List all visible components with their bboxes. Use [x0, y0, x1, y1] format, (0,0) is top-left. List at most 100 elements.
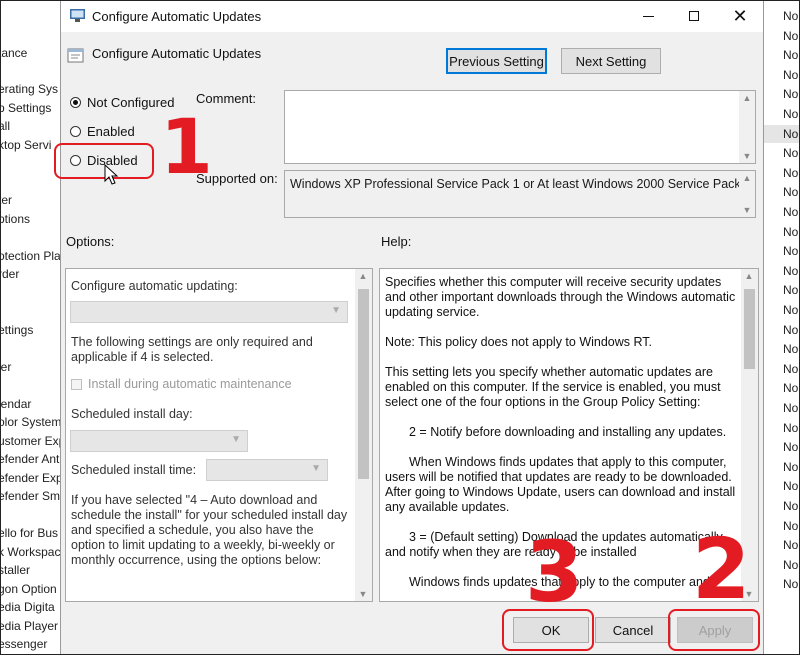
tree-item[interactable]: ter	[0, 193, 12, 207]
state-cell[interactable]: No	[783, 460, 798, 474]
tree-item[interactable]: edia Digita	[0, 600, 55, 614]
tree-item[interactable]: otection Pla	[0, 249, 61, 263]
previous-setting-button[interactable]: Previous Setting	[446, 48, 547, 74]
apply-button[interactable]: Apply	[677, 617, 753, 643]
state-cell[interactable]: No	[783, 48, 798, 62]
state-cell[interactable]: No	[783, 107, 798, 121]
state-cell[interactable]: No	[783, 519, 798, 533]
state-cell[interactable]: No	[783, 205, 798, 219]
help-paragraph: Note: This policy does not apply to Wind…	[385, 335, 653, 349]
radio-enabled[interactable]: Enabled	[70, 124, 135, 139]
step2-number: 2	[692, 520, 751, 618]
scroll-down-icon[interactable]: ▼	[739, 205, 755, 215]
state-cell[interactable]: No	[783, 362, 798, 376]
tree-item[interactable]: lendar	[0, 397, 31, 411]
state-cell[interactable]: No	[783, 342, 798, 356]
supported-scrollbar[interactable]: ▲ ▼	[739, 171, 755, 217]
options-scrollbar[interactable]: ▲ ▼	[355, 269, 372, 601]
radio-not-configured[interactable]: Not Configured	[70, 95, 174, 110]
maintenance-checkbox-row[interactable]: Install during automatic maintenance	[71, 377, 292, 391]
tree-item[interactable]: olor System	[0, 415, 61, 429]
state-cell[interactable]: No	[783, 381, 798, 395]
scroll-up-icon[interactable]: ▲	[741, 271, 757, 281]
configure-updating-combo[interactable]: ▼	[70, 301, 348, 323]
install-time-label: Scheduled install time:	[71, 463, 197, 477]
scroll-up-icon[interactable]: ▲	[739, 173, 755, 183]
state-cell[interactable]: No	[783, 303, 798, 317]
state-cell[interactable]: No	[783, 440, 798, 454]
state-cell[interactable]: No	[783, 538, 798, 552]
tree-item[interactable]: ello for Bus	[0, 526, 58, 540]
state-cell[interactable]: No	[783, 166, 798, 180]
options-scroll-thumb[interactable]	[358, 289, 369, 479]
state-cell[interactable]: No	[783, 558, 798, 572]
state-cell[interactable]: No	[783, 127, 798, 141]
radio-enabled-circle[interactable]	[70, 126, 81, 137]
install-time-combo[interactable]: ▼	[206, 459, 328, 481]
cancel-button[interactable]: Cancel	[595, 617, 671, 643]
scroll-up-icon[interactable]: ▲	[355, 271, 371, 281]
step3-number: 3	[525, 523, 584, 621]
minimize-button[interactable]	[625, 0, 671, 32]
tree-item[interactable]: rder	[0, 267, 19, 281]
tree-item[interactable]: p Settings	[0, 101, 51, 115]
tree-item[interactable]: essenger	[0, 637, 47, 651]
tree-item[interactable]: ustomer Exp	[0, 434, 62, 448]
state-cell[interactable]: No	[783, 577, 798, 591]
maintenance-checkbox[interactable]	[71, 379, 82, 390]
state-cell[interactable]: No	[783, 146, 798, 160]
tree-item[interactable]: ktop Servi	[0, 138, 51, 152]
tree-item[interactable]: efender Exp	[0, 471, 62, 485]
window-title: Configure Automatic Updates	[92, 9, 262, 24]
state-cell[interactable]: No	[783, 401, 798, 415]
state-cell[interactable]: No	[783, 479, 798, 493]
maximize-icon	[689, 11, 699, 21]
state-cell[interactable]: No	[783, 244, 798, 258]
options-label: Options:	[66, 234, 115, 249]
background-state-column: No No No No No No No No No No No No No No No No No No No No…	[762, 0, 800, 655]
tree-item[interactable]: tance	[0, 46, 27, 60]
state-cell[interactable]: No	[783, 323, 798, 337]
scroll-down-icon[interactable]: ▼	[355, 589, 371, 599]
options-panel: Configure automatic updating: ▼ The foll…	[65, 268, 373, 602]
configure-updating-label: Configure automatic updating:	[71, 279, 238, 293]
state-cell[interactable]: No	[783, 9, 798, 23]
state-cell[interactable]: No	[783, 283, 798, 297]
state-cell[interactable]: No	[783, 264, 798, 278]
radio-not-configured-circle[interactable]	[70, 97, 81, 108]
state-cell[interactable]: No	[783, 185, 798, 199]
comment-textbox[interactable]: ▲ ▼	[284, 90, 756, 164]
install-day-combo[interactable]: ▼	[70, 430, 248, 452]
maximize-button[interactable]	[671, 0, 717, 32]
title-bar[interactable]: Configure Automatic Updates ✕	[61, 0, 763, 32]
next-setting-button[interactable]: Next Setting	[561, 48, 661, 74]
tree-item[interactable]: edia Player	[0, 619, 58, 633]
state-cell[interactable]: No	[783, 29, 798, 43]
supported-on-box: Windows XP Professional Service Pack 1 o…	[284, 170, 756, 218]
state-cell[interactable]: No	[783, 87, 798, 101]
settings-note: The following settings are only required…	[71, 335, 313, 364]
scroll-down-icon[interactable]: ▼	[739, 151, 755, 161]
close-button[interactable]: ✕	[717, 0, 763, 32]
tree-item[interactable]: erating Sys	[0, 82, 58, 96]
state-cell[interactable]: No	[783, 225, 798, 239]
radio-disabled-circle[interactable]	[70, 155, 81, 166]
comment-scrollbar[interactable]: ▲ ▼	[739, 91, 755, 163]
tree-item[interactable]: all	[0, 119, 10, 133]
scroll-up-icon[interactable]: ▲	[739, 93, 755, 103]
tree-item[interactable]: staller	[0, 563, 30, 577]
tree-item[interactable]: efender Ant	[0, 452, 59, 466]
tree-item[interactable]: gon Option	[0, 582, 57, 596]
chevron-down-icon: ▼	[331, 305, 341, 316]
state-cell[interactable]: No	[783, 421, 798, 435]
tree-item[interactable]: ettings	[0, 323, 33, 337]
minimize-icon	[642, 15, 654, 17]
tree-item[interactable]: k Workspac	[0, 545, 60, 559]
state-cell[interactable]: No	[783, 68, 798, 82]
tree-item[interactable]: ler	[0, 360, 11, 374]
help-paragraph: 2 = Notify before downloading and instal…	[409, 425, 727, 439]
tree-item[interactable]: efender Sm	[0, 489, 60, 503]
state-cell[interactable]: No	[783, 499, 798, 513]
help-scroll-thumb[interactable]	[744, 289, 755, 369]
tree-item[interactable]: ptions	[0, 212, 30, 226]
